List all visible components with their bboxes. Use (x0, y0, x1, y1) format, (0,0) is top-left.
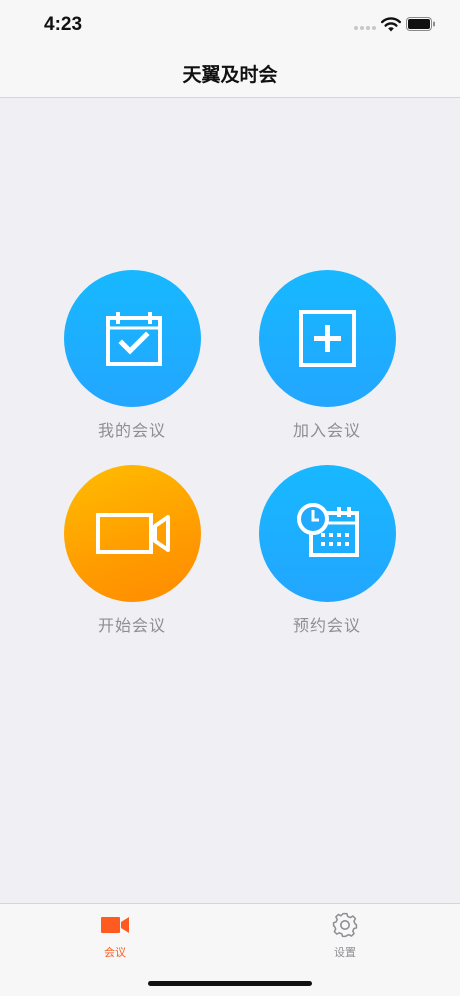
navigation-bar: 天翼及时会 (0, 50, 460, 98)
calendar-check-icon (106, 312, 162, 366)
start-meeting-circle[interactable] (64, 465, 201, 602)
status-bar: 4:23 (0, 0, 460, 50)
home-indicator (148, 981, 312, 986)
tab-meetings-label: 会议 (104, 946, 126, 959)
tab-settings[interactable]: 设置 (285, 904, 405, 964)
start-meeting-label: 开始会议 (97, 616, 166, 635)
start-meeting-button[interactable]: 开始会议 (52, 465, 212, 640)
join-meeting-button[interactable]: 加入会议 (247, 270, 407, 445)
join-meeting-circle[interactable] (259, 270, 396, 407)
app-screen: 4:23 天翼及时会 我的会议 加入会议 开始会议 预约会议 会议 设置 (0, 0, 460, 996)
calendar-clock-icon (297, 503, 359, 557)
battery-icon (406, 17, 435, 31)
schedule-meeting-circle[interactable] (259, 465, 396, 602)
my-meetings-label: 我的会议 (97, 421, 166, 440)
cellular-signal-icon (354, 26, 376, 32)
schedule-meeting-label: 预约会议 (292, 616, 361, 635)
schedule-meeting-button[interactable]: 预约会议 (247, 465, 407, 640)
gear-icon (332, 912, 358, 938)
page-title: 天翼及时会 (182, 64, 278, 86)
wifi-icon (381, 17, 401, 32)
video-camera-icon (96, 513, 170, 554)
my-meetings-circle[interactable] (64, 270, 201, 407)
tab-settings-label: 设置 (334, 946, 356, 959)
plus-square-icon (299, 310, 356, 367)
join-meeting-label: 加入会议 (292, 421, 361, 440)
status-time: 4:23 (44, 14, 83, 35)
my-meetings-button[interactable]: 我的会议 (52, 270, 212, 445)
tab-meetings[interactable]: 会议 (55, 904, 175, 964)
video-camera-icon (101, 917, 129, 933)
